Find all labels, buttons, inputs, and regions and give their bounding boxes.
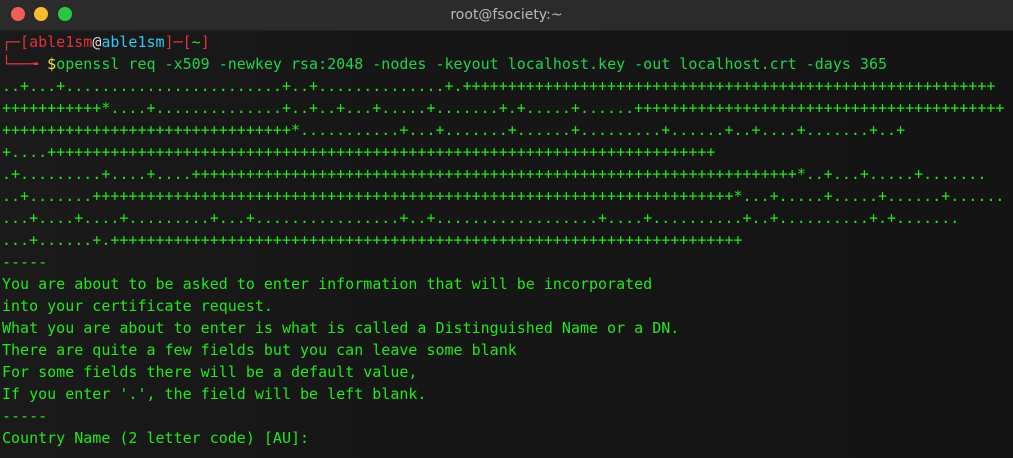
prompt-corner: └──╼ (2, 55, 48, 73)
command-text: openssl req -x509 -newkey rsa:2048 -node… (56, 55, 888, 73)
prompt-open-bracket: ┌─[ (2, 33, 30, 51)
prompt-close-bracket: ] (200, 33, 210, 51)
output-line: ----- (2, 253, 48, 271)
output-line: For some fields there will be a default … (2, 363, 418, 381)
prompt-directory: ~ (191, 33, 201, 51)
output-line: .+.........+....+....+++++++++++++++++++… (2, 165, 987, 183)
output-line: Country Name (2 letter code) [AU]: (2, 429, 310, 447)
title-bar[interactable]: root@fsociety:~ (0, 0, 1013, 31)
window-title: root@fsociety:~ (450, 7, 563, 23)
output-line: +....+++++++++++++++++++++++++++++++++++… (2, 143, 716, 161)
output-line: ++++++++++++++++++++++++++++++++*.......… (2, 121, 906, 139)
output-line: You are about to be asked to enter infor… (2, 275, 653, 293)
prompt-hostname: able1sm (101, 33, 165, 51)
prompt-separator: ]─[ (164, 33, 192, 51)
output-line: +++++++++++*....+..............+..+..+..… (2, 99, 1005, 117)
output-line: There are quite a few fields but you can… (2, 341, 517, 359)
prompt-at-sign: @ (92, 33, 102, 51)
output-line: ...+......+.++++++++++++++++++++++++++++… (2, 231, 743, 249)
prompt-dollar: $ (47, 55, 57, 73)
prompt-line: ┌─[able1sm@able1sm]─[~] (2, 31, 210, 53)
terminal-output-area[interactable]: ┌─[able1sm@able1sm]─[~] └──╼ $openssl re… (0, 31, 1013, 458)
prompt-username: able1sm (29, 33, 93, 51)
output-line: ----- (2, 407, 48, 425)
output-line: into your certificate request. (2, 297, 273, 315)
output-line: ..+.......++++++++++++++++++++++++++++++… (2, 187, 1005, 205)
terminal-window: root@fsociety:~ ┌─[able1sm@able1sm]─[~] … (0, 0, 1013, 458)
command-line: └──╼ $openssl req -x509 -newkey rsa:2048… (2, 53, 887, 75)
output-line: If you enter '.', the field will be left… (2, 385, 427, 403)
output-line: ...+....+....+.........+...+............… (2, 209, 960, 227)
output-line: ..+...+........................+..+.....… (2, 77, 996, 95)
output-line: What you are about to enter is what is c… (2, 319, 680, 337)
